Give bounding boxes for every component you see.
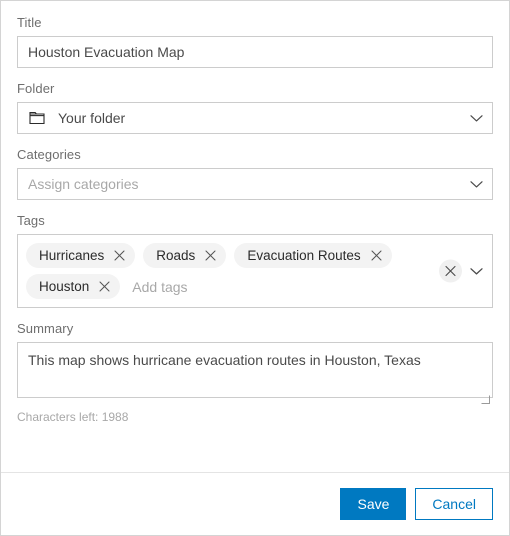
tag-chip[interactable]: Houston [26,274,121,299]
tag-chip[interactable]: Evacuation Routes [234,243,392,268]
folder-icon [28,109,46,127]
title-label: Title [17,15,42,30]
categories-select[interactable]: Assign categories [17,168,493,200]
tag-chip[interactable]: Hurricanes [26,243,136,268]
remove-tag-icon[interactable] [98,280,111,293]
remove-tag-icon[interactable] [113,249,126,262]
categories-value: Assign categories [28,176,139,192]
tags-label: Tags [17,213,45,228]
categories-field-group: Categories Assign categories [17,147,493,200]
characters-left-text: Characters left: 1988 [17,410,129,424]
categories-label: Categories [17,147,81,162]
summary-field-group: Summary Characters left: 1988 [17,321,493,425]
dialog-footer: Save Cancel [1,472,509,535]
folder-field-group: Folder Your folder [17,81,493,134]
tags-combobox[interactable]: Hurricanes Roads Evacuation Routes Houston [17,234,493,308]
tags-input[interactable] [128,274,430,299]
tag-chip-list: Hurricanes Roads Evacuation Routes Houston [26,243,430,299]
folder-label: Folder [17,81,55,96]
title-input[interactable] [17,36,493,68]
remove-tag-icon[interactable] [204,249,217,262]
cancel-button[interactable]: Cancel [415,488,493,520]
summary-textarea-wrap [17,342,493,404]
tag-chip-label: Evacuation Routes [247,247,361,263]
chevron-down-icon [470,178,483,191]
save-button[interactable]: Save [340,488,407,520]
folder-value: Your folder [58,110,126,126]
chevron-down-icon[interactable] [468,263,484,279]
tag-chip-label: Roads [156,247,196,263]
tag-chip[interactable]: Roads [143,243,227,268]
tag-chip-label: Hurricanes [39,247,105,263]
tags-field-group: Tags Hurricanes Roads Evacuation Routes Hou… [17,213,493,308]
chevron-down-icon [470,112,483,125]
tags-actions [439,259,484,283]
folder-select[interactable]: Your folder [17,102,493,134]
remove-tag-icon[interactable] [370,249,383,262]
clear-all-tags-button[interactable] [439,259,462,283]
tag-chip-label: Houston [39,278,90,294]
title-field-group: Title [17,15,493,68]
summary-label: Summary [17,321,74,336]
save-map-dialog: Title Folder Your folder [0,0,510,536]
summary-textarea[interactable] [17,342,493,398]
item-details-form: Title Folder Your folder [1,1,509,472]
